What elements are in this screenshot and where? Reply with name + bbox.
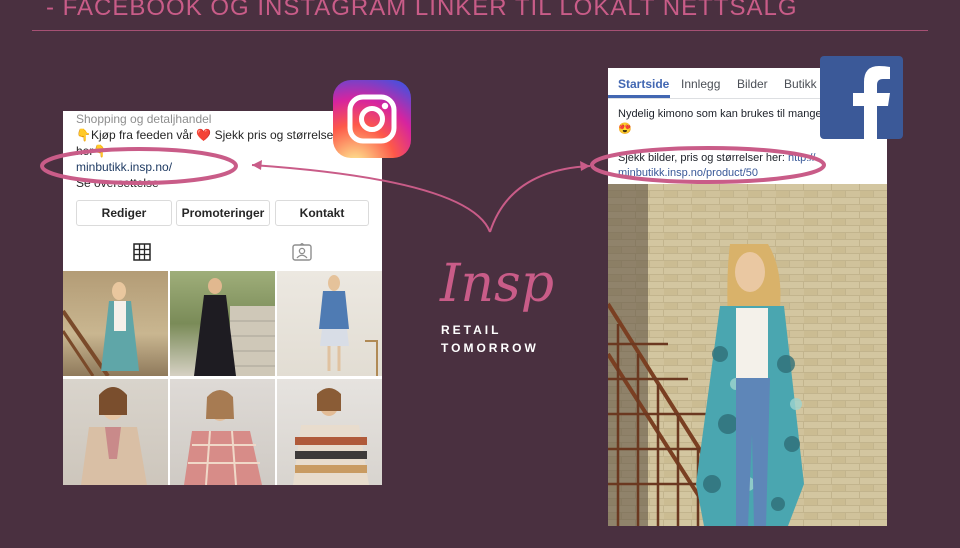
brand-line-2: TOMORROW (441, 341, 539, 355)
facebook-link-highlight (590, 146, 826, 184)
brand-script: Insp (440, 254, 555, 314)
instagram-link-highlight (40, 147, 238, 185)
arrow-to-instagram (251, 164, 491, 233)
arrowhead-facebook (580, 161, 590, 171)
arrowhead-instagram (252, 160, 262, 170)
arrow-to-facebook (489, 165, 591, 233)
brand-line-1: RETAIL (441, 323, 502, 337)
